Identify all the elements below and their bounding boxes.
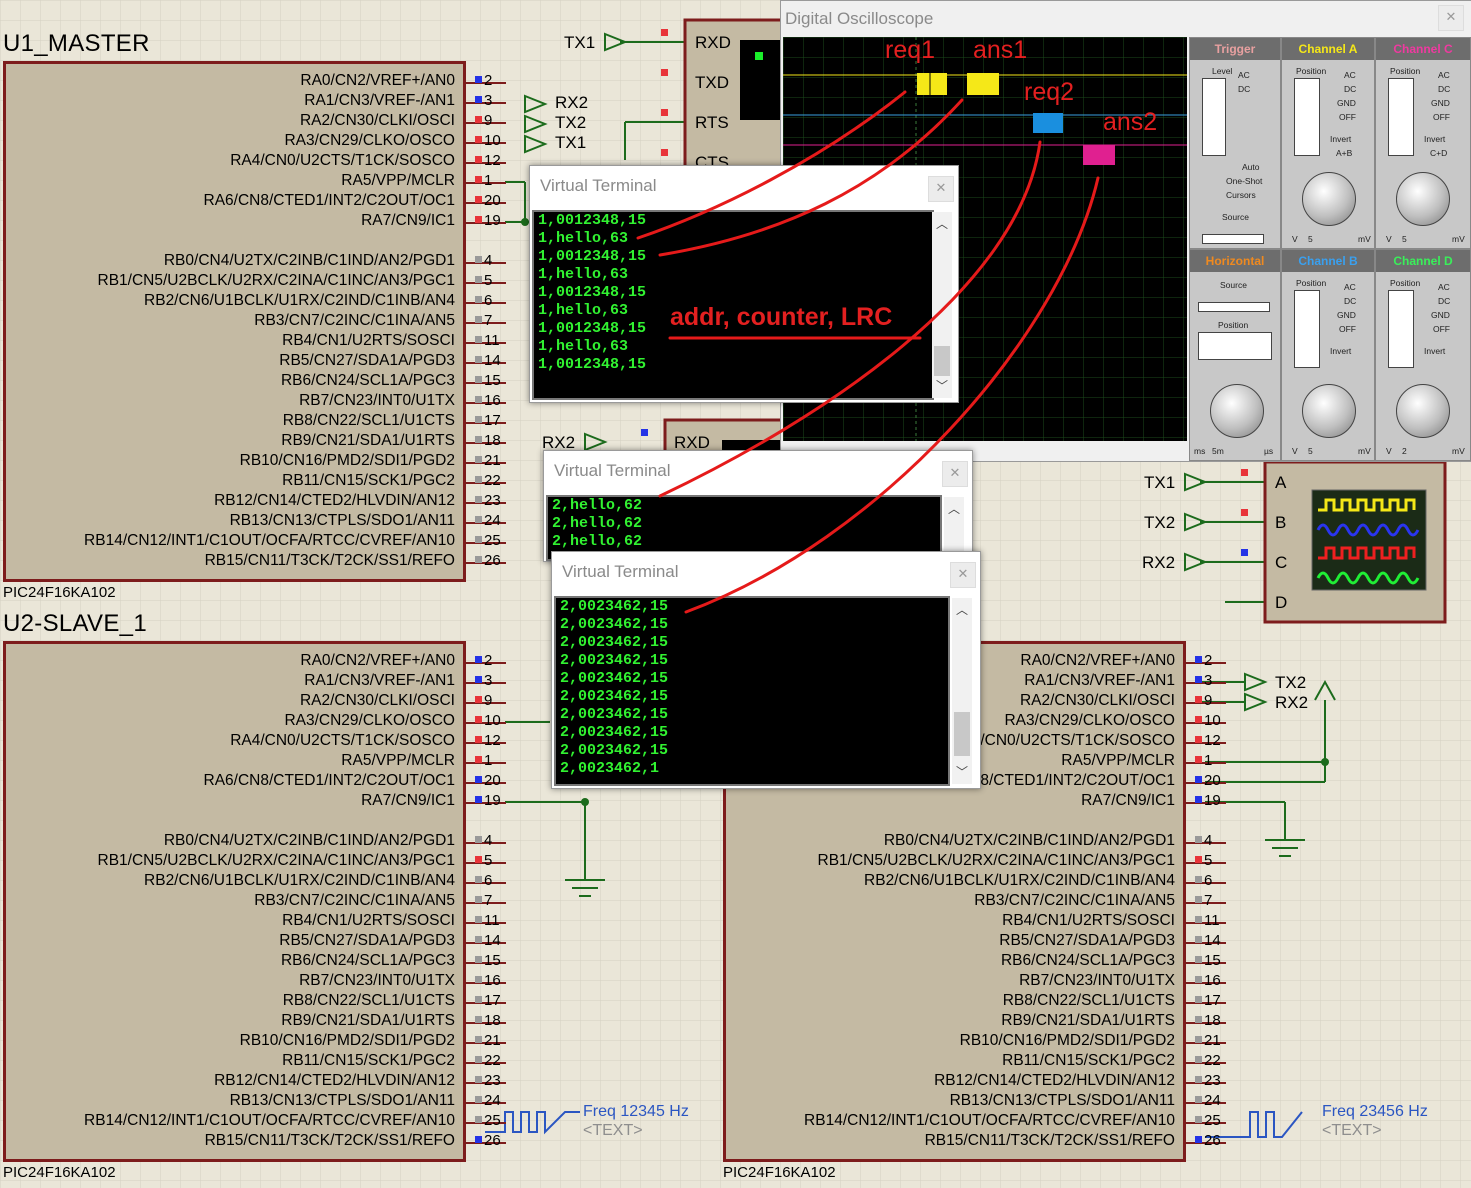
ans1-label: ans1 [973, 36, 1028, 64]
ans2-label: ans2 [1103, 108, 1158, 136]
req2-label: req2 [1024, 78, 1075, 106]
annotation-arrows [636, 90, 1100, 614]
req1-label: req1 [885, 36, 936, 64]
fields-annotation: addr, counter, LRC [670, 303, 893, 331]
